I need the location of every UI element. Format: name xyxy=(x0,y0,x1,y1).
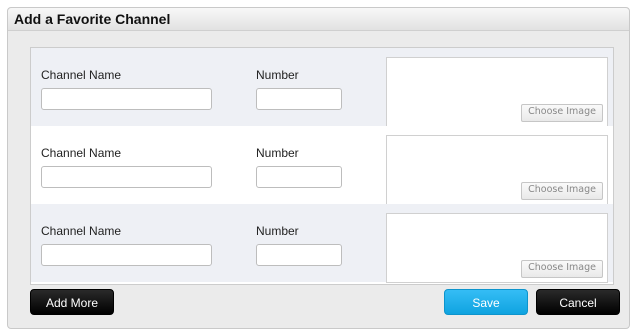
channel-number-input[interactable] xyxy=(256,166,342,188)
channel-name-label: Channel Name xyxy=(41,68,122,82)
channel-name-label: Channel Name xyxy=(41,146,122,160)
dialog-titlebar: Add a Favorite Channel xyxy=(8,8,629,31)
channel-number-input[interactable] xyxy=(256,88,342,110)
number-label: Number xyxy=(256,68,299,82)
channel-row: Channel Name Number Choose Image xyxy=(31,48,613,127)
channel-number-input[interactable] xyxy=(256,244,342,266)
image-preview-box: Choose Image xyxy=(386,57,608,127)
cancel-button[interactable]: Cancel xyxy=(536,289,620,315)
channel-row: Channel Name Number Choose Image xyxy=(31,204,613,283)
add-more-button[interactable]: Add More xyxy=(30,289,114,315)
choose-image-button[interactable]: Choose Image xyxy=(521,182,603,200)
add-favorite-channel-dialog: Add a Favorite Channel Channel Name Numb… xyxy=(7,7,630,329)
number-label: Number xyxy=(256,146,299,160)
save-button[interactable]: Save xyxy=(444,289,528,315)
channel-row: Channel Name Number Choose Image xyxy=(31,126,613,205)
number-label: Number xyxy=(256,224,299,238)
channel-name-label: Channel Name xyxy=(41,224,122,238)
channel-list-panel: Channel Name Number Choose Image Channel… xyxy=(30,47,614,285)
image-preview-box: Choose Image xyxy=(386,213,608,283)
choose-image-button[interactable]: Choose Image xyxy=(521,260,603,278)
channel-name-input[interactable] xyxy=(41,88,212,110)
image-preview-box: Choose Image xyxy=(386,135,608,205)
choose-image-button[interactable]: Choose Image xyxy=(521,104,603,122)
channel-name-input[interactable] xyxy=(41,166,212,188)
channel-name-input[interactable] xyxy=(41,244,212,266)
dialog-title: Add a Favorite Channel xyxy=(14,11,171,27)
